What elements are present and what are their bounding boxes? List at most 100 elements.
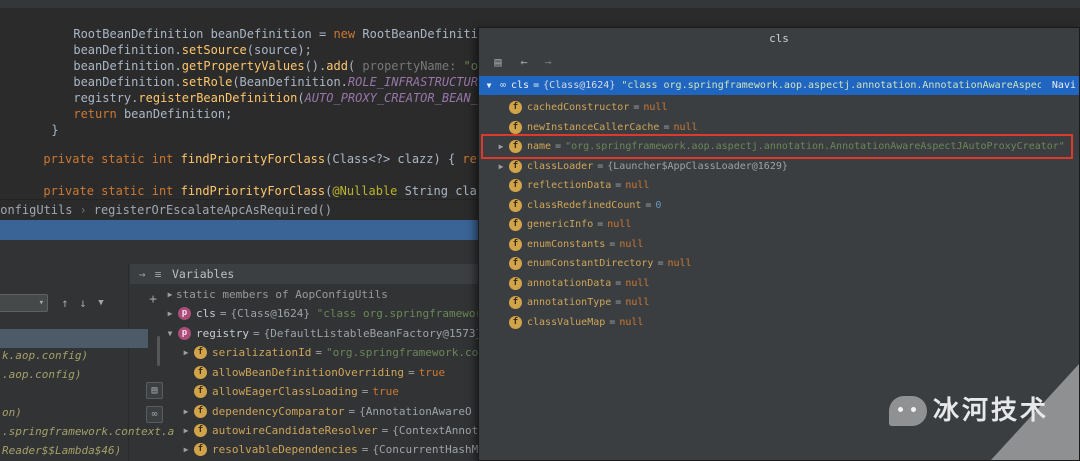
field-value: null (625, 180, 650, 191)
expand-arrow-icon[interactable]: ▶ (180, 407, 192, 416)
stack-frame[interactable]: k.aop.config) (2, 347, 88, 365)
menu-icon[interactable]: ≡ (150, 268, 166, 281)
field-row[interactable]: f classValueMap = null (479, 313, 1079, 332)
watch-icon: ∞ (151, 409, 158, 420)
field-row[interactable]: f classRedefinedCount = 0 (479, 196, 1079, 215)
field-icon: f (509, 179, 522, 192)
variable-row[interactable]: f allowEagerClassLoading = true (164, 382, 478, 401)
variable-name: allowEagerClassLoading (212, 385, 358, 398)
field-name: classValueMap (527, 317, 606, 328)
field-value: null (673, 122, 698, 133)
watermark-text: 冰河技术 (933, 396, 1050, 426)
expand-arrow-icon[interactable]: ▶ (180, 348, 192, 357)
expand-arrow-icon[interactable]: ▶ (180, 445, 192, 454)
field-value: null (667, 258, 692, 269)
field-row[interactable]: f enumConstantDirectory = null (479, 254, 1079, 273)
code-line[interactable]: private static int findPriorityForClass(… (0, 135, 505, 166)
equals-sign: = (615, 297, 622, 308)
code-line[interactable]: } (8, 106, 58, 137)
tab-variables[interactable]: Variables (172, 267, 234, 281)
code-line[interactable]: private static int findPriorityForClass(… (0, 167, 505, 198)
field-value: {Launcher$AppClassLoader@1629} (607, 161, 788, 172)
field-value: null (643, 102, 668, 113)
variable-name: cls (511, 80, 530, 91)
variable-name: autowireCandidateResolver (212, 424, 378, 437)
code-line[interactable]: return beanDefinition; (30, 90, 232, 121)
variable-string: "class org.springframework.ao (316, 307, 478, 320)
equals-sign: = (615, 278, 622, 289)
field-icon: f (509, 121, 522, 134)
watch-button[interactable]: ∞ (146, 406, 163, 423)
breadcrumb-separator-icon: › (79, 203, 87, 217)
field-name: enumConstants (527, 239, 606, 250)
field-name: genericInfo (527, 219, 594, 230)
add-watch-button[interactable]: + (146, 292, 160, 308)
variable-row[interactable]: ▶ p cls = {Class@1624} "class org.spring… (164, 304, 478, 323)
static-members-row[interactable]: ▶ static members of AopConfigUtils (164, 285, 478, 304)
expand-arrow-icon[interactable]: ▶ (180, 426, 192, 435)
stack-frame[interactable]: .aop.config) (2, 366, 81, 384)
forward-icon[interactable]: → (539, 53, 557, 71)
field-name: newInstanceCallerCache (527, 122, 660, 133)
code-line[interactable]: registry.registerBeanDefinition(AUTO_PRO… (30, 74, 507, 105)
stack-frame[interactable]: on) (2, 404, 22, 422)
field-row[interactable]: f annotationData = null (479, 274, 1079, 293)
inspect-expression[interactable]: cls (479, 30, 1079, 48)
annotation-highlight-box (481, 134, 1073, 159)
variable-row[interactable]: ▶ f dependencyComparator = {AnnotationAw… (164, 402, 478, 421)
expand-arrow-icon[interactable]: ▶ (164, 309, 176, 318)
stack-frame[interactable]: Reader$$Lambda$46) (2, 442, 121, 460)
inspect-popup: cls ▤ ← → ▼ ∞ cls = {Class@1624} "class … (478, 27, 1080, 461)
field-row[interactable]: f genericInfo = null (479, 215, 1079, 234)
code-method: findPriorityForClass (180, 152, 326, 166)
equals-sign: = (381, 424, 389, 437)
frame-up-button[interactable]: ↑ (58, 295, 72, 311)
collapse-arrow-icon[interactable]: ▼ (164, 329, 176, 338)
code-text: (Class<?> clazz) { (325, 152, 463, 166)
field-row[interactable]: f cachedConstructor = null (479, 98, 1079, 117)
variable-row[interactable]: ▶ f resolvableDependencies = {Concurrent… (164, 440, 478, 459)
static-members-label: static members of AopConfigUtils (176, 288, 388, 301)
code-line[interactable]: beanDefinition.getPropertyValues().add( … (30, 42, 521, 73)
collapse-arrow-icon[interactable]: ▼ (483, 81, 495, 90)
frames-scrollbar[interactable] (157, 336, 160, 366)
field-row[interactable]: f enumConstants = null (479, 235, 1079, 254)
expand-arrow-icon[interactable]: ▶ (164, 290, 176, 299)
breadcrumb-item-class[interactable]: ConfigUtils (0, 203, 72, 217)
copy-value-button[interactable]: ▤ (146, 382, 163, 399)
restore-layout-icon[interactable]: → (134, 268, 150, 281)
code-line[interactable]: RootBeanDefinition beanDefinition = new … (30, 10, 1080, 41)
field-row[interactable]: f annotationType = null (479, 293, 1079, 312)
inspect-root-row[interactable]: ▼ ∞ cls = {Class@1624} "class org.spring… (479, 76, 1079, 95)
view-options-icon[interactable]: ▤ (489, 53, 507, 71)
field-name: enumConstantDirectory (527, 258, 654, 269)
thread-selector-dropdown[interactable]: ▾ (0, 294, 48, 312)
field-name: annotationData (527, 278, 612, 289)
stack-frame[interactable]: .springframework.context.a (2, 423, 174, 441)
field-icon: f (509, 296, 522, 309)
variable-ref: {AnnotationAwareO (359, 405, 472, 418)
code-line[interactable]: beanDefinition.setSource(source); (30, 26, 311, 57)
stack-frame-selected[interactable] (0, 329, 148, 348)
field-row[interactable]: f reflectionData = null (479, 176, 1079, 195)
code-line[interactable]: for (int i = 0; i < APC_PRIORITY_LIST.si… (30, 183, 449, 214)
expand-arrow-icon[interactable]: ▶ (495, 162, 507, 171)
variable-row[interactable]: ▶ f serializationId = "org.springframewo… (164, 343, 478, 362)
breadcrumb-item-method[interactable]: registerOrEscalateApcAsRequired() (94, 203, 332, 217)
variable-row[interactable]: ▼ p registry = {DefaultListableBeanFacto… (164, 324, 478, 343)
breadcrumb: ConfigUtils › registerOrEscalateApcAsReq… (0, 199, 478, 220)
ide-window: RootBeanDefinition beanDefinition = new … (0, 0, 1080, 461)
equals-sign: = (361, 443, 369, 456)
equals-sign: = (663, 122, 670, 133)
field-name: classRedefinedCount (527, 200, 642, 211)
variable-row[interactable]: f allowBeanDefinitionOverriding = true (164, 363, 478, 382)
field-icon: f (509, 218, 522, 231)
navigate-link[interactable]: Navi (1046, 76, 1079, 95)
back-icon[interactable]: ← (515, 53, 533, 71)
parameter-icon: p (178, 327, 191, 340)
filter-icon[interactable]: ▼ (94, 295, 108, 311)
code-line[interactable]: beanDefinition.setRole(BeanDefinition.RO… (30, 58, 499, 89)
frame-down-button[interactable]: ↓ (76, 295, 90, 311)
field-row[interactable]: ▶ f classLoader = {Launcher$AppClassLoad… (479, 157, 1079, 176)
variable-row[interactable]: ▶ f autowireCandidateResolver = {Context… (164, 421, 478, 440)
